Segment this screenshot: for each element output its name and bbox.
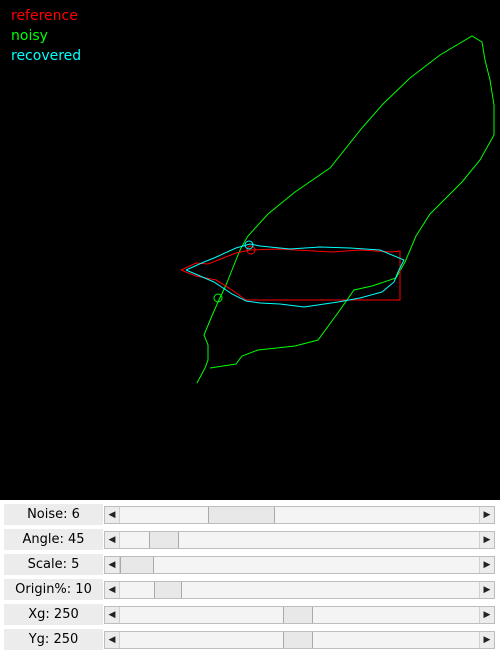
legend-reference-label: reference xyxy=(11,8,78,24)
scroll-right-icon[interactable]: ▶ xyxy=(479,632,494,648)
controls-panel: Noise: 6 ◀ ▶ Angle: 45 ◀ ▶ Scale: 5 ◀ ▶ … xyxy=(0,500,500,654)
scale-thumb[interactable] xyxy=(120,557,154,573)
noise-scrollbar[interactable]: ◀ ▶ xyxy=(104,506,495,524)
scale-label: Scale: 5 xyxy=(4,554,103,575)
scroll-left-icon[interactable]: ◀ xyxy=(105,582,120,598)
legend-noisy: noisy xyxy=(11,26,48,46)
scroll-right-icon[interactable]: ▶ xyxy=(479,507,494,523)
scroll-left-icon[interactable]: ◀ xyxy=(105,507,120,523)
shapes-plot xyxy=(180,35,495,384)
xg-scrollbar[interactable]: ◀ ▶ xyxy=(104,606,495,624)
xg-slider-row: Xg: 250 ◀ ▶ xyxy=(4,604,496,625)
noisy-shape xyxy=(196,35,495,384)
angle-scrollbar[interactable]: ◀ ▶ xyxy=(104,531,495,549)
yg-scrollbar[interactable]: ◀ ▶ xyxy=(104,631,495,649)
app-window: reference noisy recovered Noise: 6 ◀ ▶ A… xyxy=(0,0,500,654)
xg-thumb[interactable] xyxy=(282,607,313,623)
legend-recovered: recovered xyxy=(11,46,81,66)
scroll-left-icon[interactable]: ◀ xyxy=(105,557,120,573)
scale-scrollbar[interactable]: ◀ ▶ xyxy=(104,556,495,574)
legend-reference: reference xyxy=(11,6,78,26)
scroll-left-icon[interactable]: ◀ xyxy=(105,607,120,623)
origin-slider-row: Origin%: 10 ◀ ▶ xyxy=(4,579,496,600)
recovered-shape xyxy=(185,243,405,308)
xg-track[interactable] xyxy=(120,607,479,623)
scroll-right-icon[interactable]: ▶ xyxy=(479,557,494,573)
yg-label: Yg: 250 xyxy=(4,629,103,650)
reference-shape xyxy=(180,248,401,301)
angle-thumb[interactable] xyxy=(148,532,179,548)
plot-canvas: reference noisy recovered xyxy=(0,0,500,500)
origin-track[interactable] xyxy=(120,582,479,598)
noise-slider-row: Noise: 6 ◀ ▶ xyxy=(4,504,496,525)
scroll-right-icon[interactable]: ▶ xyxy=(479,582,494,598)
scroll-right-icon[interactable]: ▶ xyxy=(479,532,494,548)
scroll-left-icon[interactable]: ◀ xyxy=(105,532,120,548)
yg-track[interactable] xyxy=(120,632,479,648)
scroll-right-icon[interactable]: ▶ xyxy=(479,607,494,623)
scale-slider-row: Scale: 5 ◀ ▶ xyxy=(4,554,496,575)
yg-thumb[interactable] xyxy=(282,632,313,648)
angle-track[interactable] xyxy=(120,532,479,548)
noisy-origin-marker xyxy=(213,293,223,303)
noise-thumb[interactable] xyxy=(207,507,276,523)
scroll-left-icon[interactable]: ◀ xyxy=(105,632,120,648)
origin-thumb[interactable] xyxy=(153,582,183,598)
angle-label: Angle: 45 xyxy=(4,529,103,550)
noise-track[interactable] xyxy=(120,507,479,523)
legend-noisy-label: noisy xyxy=(11,28,48,44)
noise-label: Noise: 6 xyxy=(4,504,103,525)
angle-slider-row: Angle: 45 ◀ ▶ xyxy=(4,529,496,550)
xg-label: Xg: 250 xyxy=(4,604,103,625)
yg-slider-row: Yg: 250 ◀ ▶ xyxy=(4,629,496,650)
origin-scrollbar[interactable]: ◀ ▶ xyxy=(104,581,495,599)
origin-label: Origin%: 10 xyxy=(4,579,103,600)
legend-recovered-label: recovered xyxy=(11,48,82,64)
scale-track[interactable] xyxy=(120,557,479,573)
